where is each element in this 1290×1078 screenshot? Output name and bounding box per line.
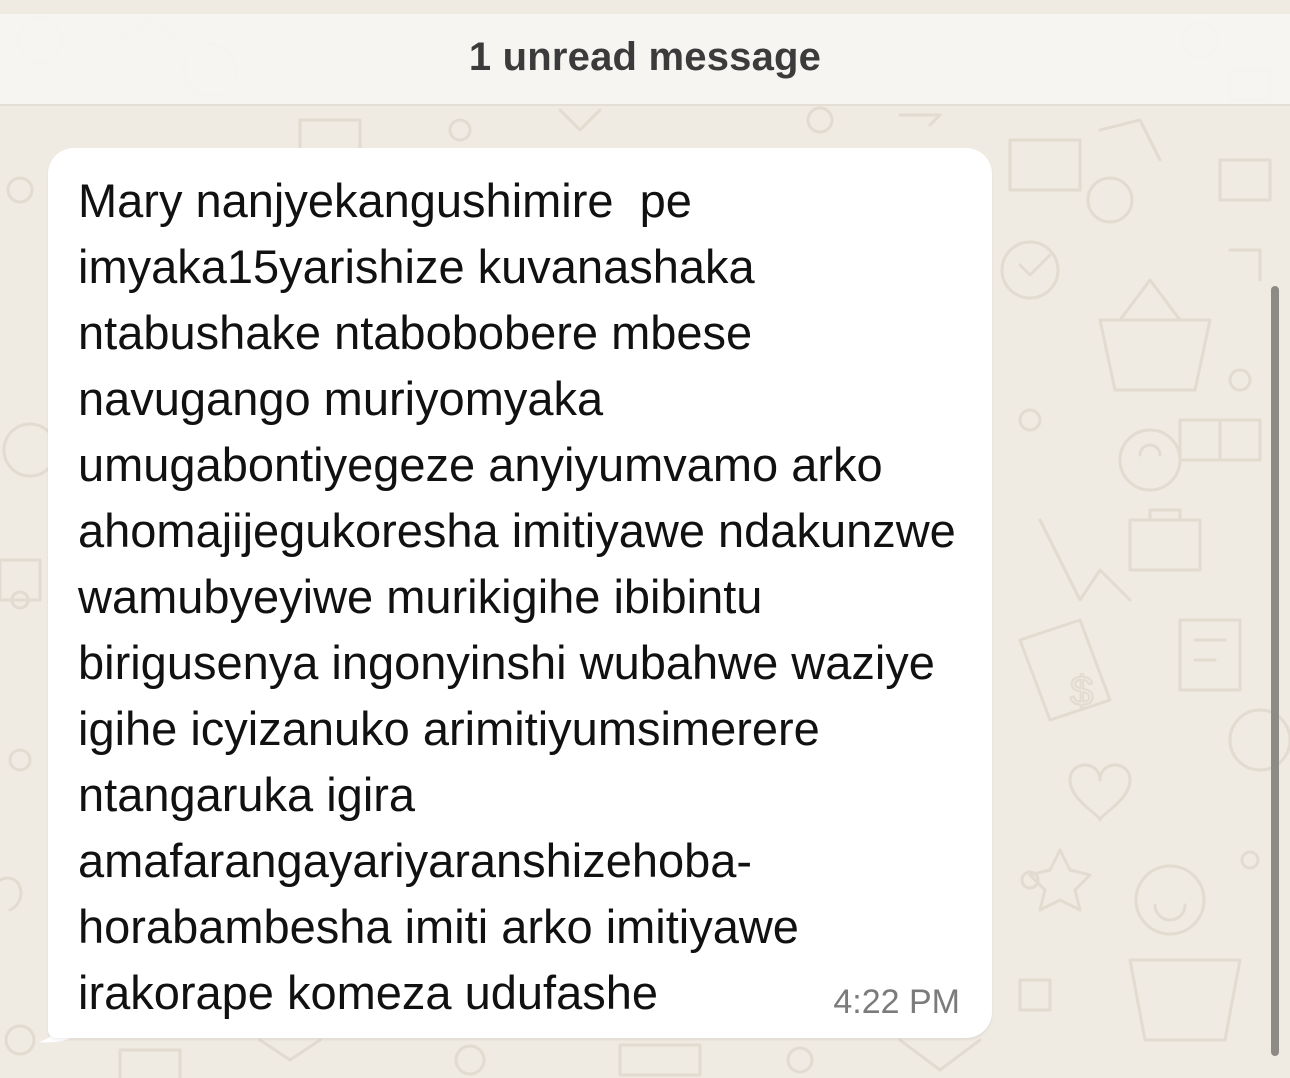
message-text: Mary nanjyekangushimire pe imyaka15yaris… xyxy=(78,174,969,1019)
message-timestamp: 4:22 PM xyxy=(833,983,960,1021)
scrollbar-thumb[interactable] xyxy=(1271,286,1279,1056)
unread-messages-label: 1 unread message xyxy=(468,34,822,79)
unread-messages-banner: 1 unread message xyxy=(0,14,1290,106)
svg-text:$: $ xyxy=(1070,667,1093,714)
incoming-message-bubble[interactable]: Mary nanjyekangushimire pe imyaka15yaris… xyxy=(48,148,992,1038)
